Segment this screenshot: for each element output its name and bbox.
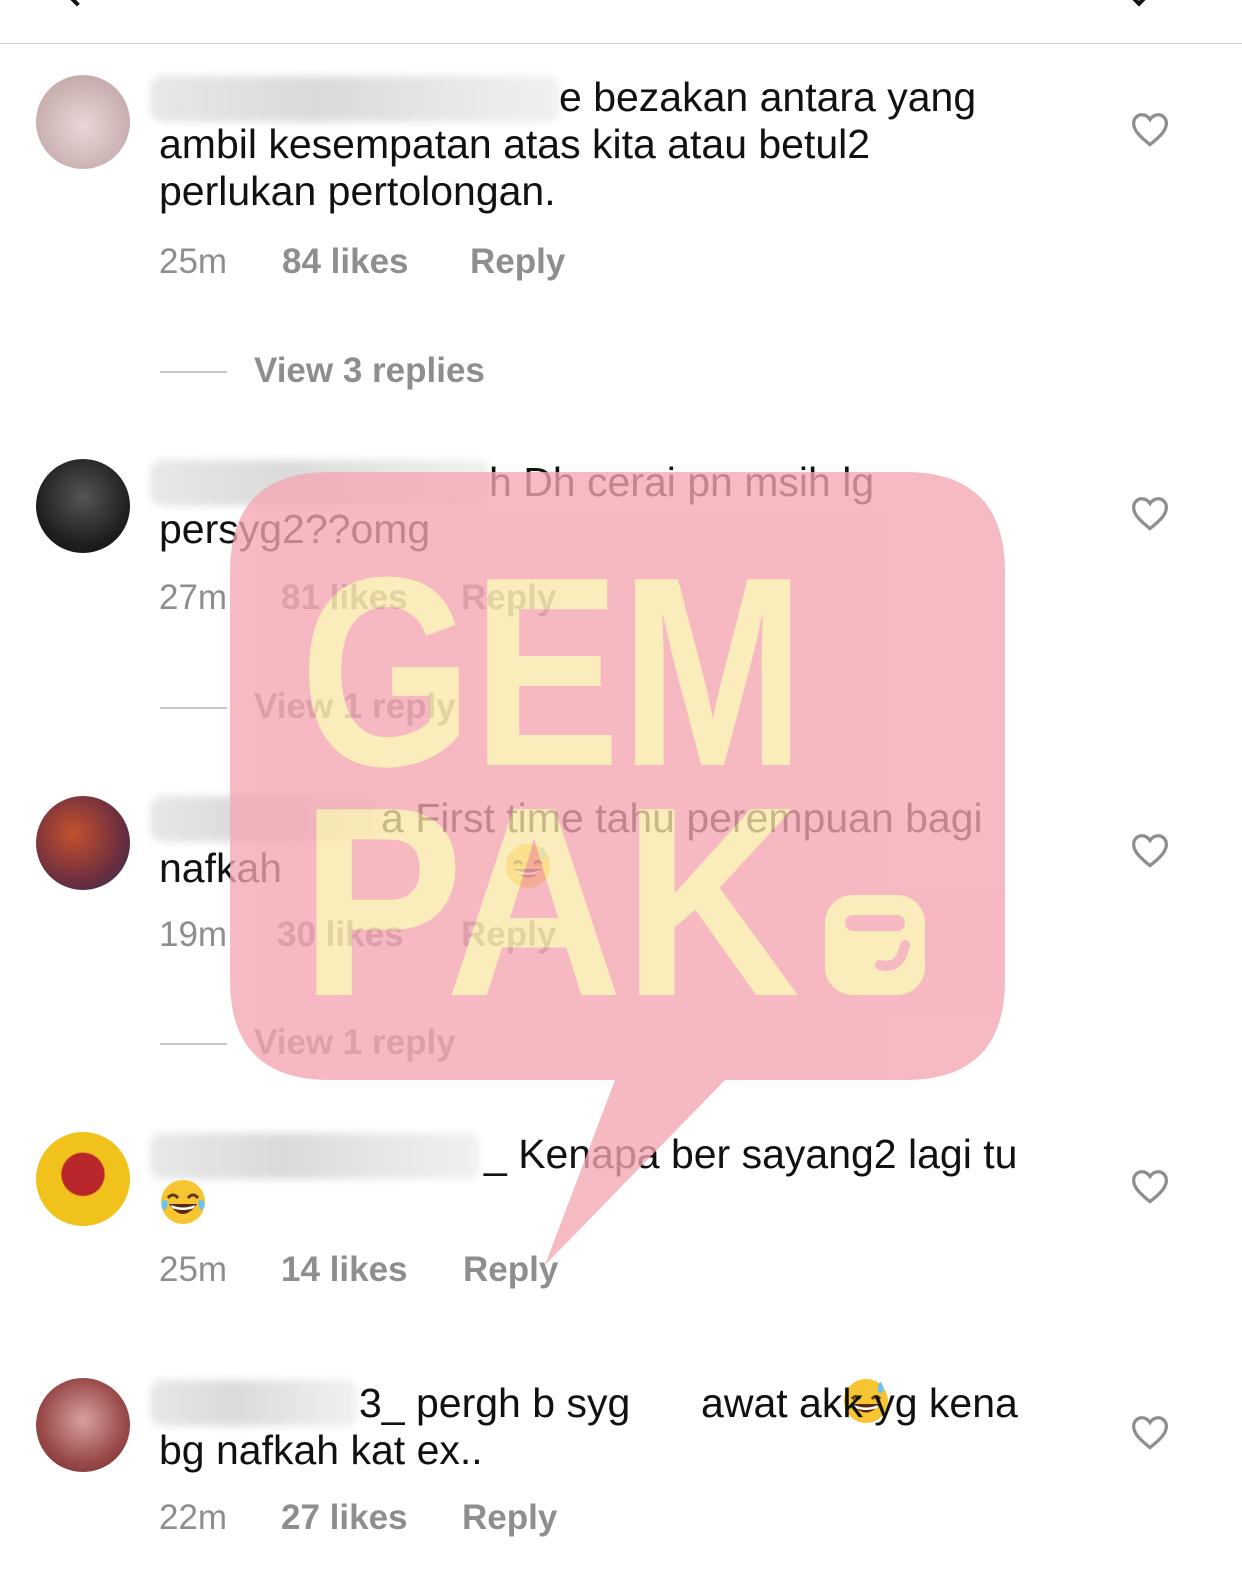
view-replies-label[interactable]: View 3 replies xyxy=(254,351,485,391)
replies-line xyxy=(160,1043,227,1045)
comment-text: e bezakan antara yang ambil kesempatan a… xyxy=(159,74,977,214)
view-replies-label[interactable]: View 1 reply xyxy=(254,1023,456,1063)
reply-button[interactable]: Reply xyxy=(470,242,565,282)
heart-outline-icon[interactable] xyxy=(1130,495,1170,531)
heart-outline-icon[interactable] xyxy=(1130,111,1170,147)
reply-button[interactable]: Reply xyxy=(461,578,556,618)
likes-count[interactable]: 14 likes xyxy=(281,1250,408,1290)
reply-button[interactable]: Reply xyxy=(463,1250,558,1290)
heart-outline-icon[interactable] xyxy=(1130,1168,1170,1204)
wink-face-icon xyxy=(825,895,925,995)
comment-text: a First time tahu perempuan bagi nafkah xyxy=(159,795,1059,892)
comment-time: 27m xyxy=(159,578,228,617)
reply-button[interactable]: Reply xyxy=(461,915,556,955)
avatar[interactable] xyxy=(36,459,130,553)
view-replies-label[interactable]: View 1 reply xyxy=(254,687,456,727)
avatar[interactable] xyxy=(36,1378,130,1472)
comment-text-body: _ Kenapa ber sayang2 lagi tu xyxy=(484,1131,1018,1177)
avatar[interactable] xyxy=(36,1132,130,1226)
replies-line xyxy=(160,371,227,373)
comment-text: h Dh cerai pn msih lg persyg2??omg xyxy=(159,459,875,552)
heart-outline-icon[interactable] xyxy=(1130,1414,1170,1450)
comment-time: 22m xyxy=(159,1498,228,1537)
gempak-watermark: GEM PAK xyxy=(230,472,1005,1265)
chevron-left-icon[interactable] xyxy=(61,0,93,7)
comment-time: 25m xyxy=(159,1250,228,1289)
likes-count[interactable]: 81 likes xyxy=(281,578,408,618)
comment-text: _ Kenapa ber sayang2 lagi tu xyxy=(159,1131,1059,1228)
comment-text-part-a: 3_ pergh b syg xyxy=(359,1380,642,1426)
sweat-smile-emoji xyxy=(282,842,551,890)
replies-line xyxy=(160,707,227,709)
comment-text: 3_ pergh b syg awat akk yg kena bg nafka… xyxy=(159,1377,1059,1474)
reply-button[interactable]: Reply xyxy=(462,1498,557,1538)
top-bar xyxy=(0,0,1242,44)
likes-count[interactable]: 84 likes xyxy=(282,242,409,282)
top-divider xyxy=(0,43,1242,44)
comment-time: 25m xyxy=(159,242,228,281)
sweat-smile-emoji xyxy=(642,1377,888,1425)
paper-plane-icon[interactable] xyxy=(1123,0,1155,7)
likes-count[interactable]: 30 likes xyxy=(277,915,404,955)
likes-count[interactable]: 27 likes xyxy=(281,1498,408,1538)
watermark-line-1: GEM xyxy=(300,522,805,823)
heart-outline-icon[interactable] xyxy=(1130,832,1170,868)
avatar[interactable] xyxy=(36,796,130,890)
avatar[interactable] xyxy=(36,75,130,169)
comment-time: 19m xyxy=(159,915,228,954)
